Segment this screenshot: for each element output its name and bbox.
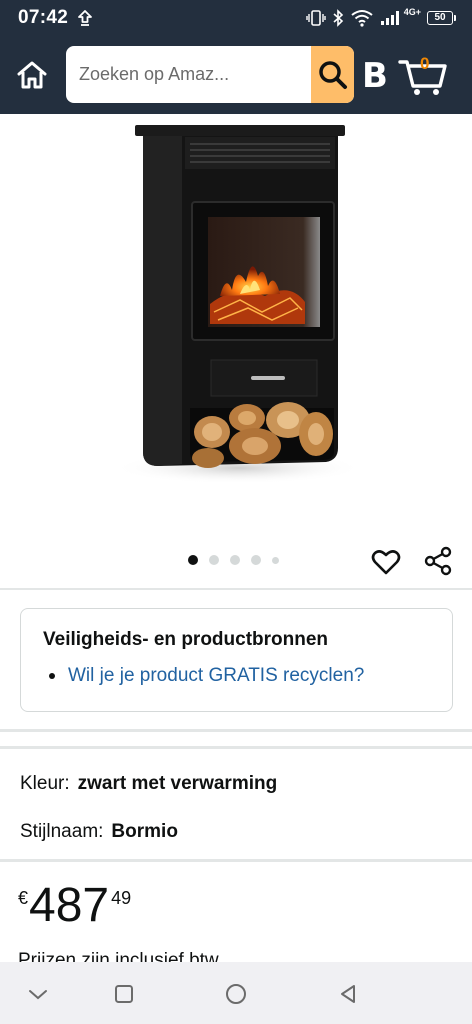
upload-icon [78, 10, 93, 26]
vat-note: Prijzen zijn inclusief btw [18, 950, 219, 962]
search-icon [318, 60, 347, 89]
home-circle-icon [226, 984, 246, 1004]
share-icon [424, 546, 452, 576]
search-button[interactable] [311, 46, 354, 103]
collapse-nav-button[interactable] [25, 981, 51, 1007]
list-item: Wil je je product GRATIS recyclen? [49, 665, 430, 687]
price-whole: 487 [29, 879, 110, 932]
chevron-down-icon [29, 990, 47, 1000]
recents-icon [115, 985, 133, 1003]
app-header: B 0 [0, 36, 472, 114]
style-label: Stijlnaam: [20, 821, 104, 842]
divider [0, 729, 472, 732]
cart-count: 0 [420, 54, 430, 73]
search-input[interactable] [66, 46, 311, 103]
recents-button[interactable] [111, 981, 137, 1007]
share-button[interactable] [422, 545, 454, 577]
bluetooth-icon [333, 9, 343, 27]
style-variation[interactable]: Stijlnaam: Bormio [20, 821, 178, 843]
bullet [49, 673, 55, 679]
color-label: Kleur: [20, 773, 70, 794]
price: € 487 49 [18, 882, 131, 930]
divider [0, 588, 472, 590]
product-image[interactable] [0, 114, 472, 540]
add-to-wishlist-button[interactable] [370, 546, 402, 578]
divider [0, 859, 472, 862]
color-variation[interactable]: Kleur: zwart met verwarming [20, 773, 277, 795]
battery-level: 50 [427, 11, 453, 25]
wifi-icon [351, 10, 373, 27]
heart-icon [371, 550, 401, 575]
clock: 07:42 [18, 7, 69, 28]
safety-title: Veiligheids- en productbronnen [43, 629, 329, 650]
home-button[interactable] [14, 57, 50, 93]
search-bar [66, 46, 354, 103]
vat-note-text: Prijzen zijn inclusief btw [18, 950, 219, 962]
back-button[interactable] [335, 981, 361, 1007]
electric-fireplace-image [113, 125, 363, 484]
system-navigation-bar [0, 962, 472, 1024]
carousel-dot[interactable] [230, 555, 240, 565]
divider [0, 746, 472, 749]
price-currency: € [18, 888, 29, 908]
battery-indicator: 50 [427, 11, 456, 25]
safety-resources-card: Veiligheids- en productbronnen Wil je je… [20, 608, 453, 712]
cart-button[interactable]: 0 [398, 50, 448, 98]
price-fraction: 49 [111, 888, 132, 908]
color-value: zwart met verwarming [77, 773, 278, 794]
status-bar: 07:42 4G+ 50 [0, 0, 472, 36]
signal-icon [380, 11, 399, 25]
recycle-link[interactable]: Wil je je product GRATIS recyclen? [68, 665, 364, 687]
carousel-dot-active[interactable] [188, 555, 198, 565]
network-type: 4G+ [403, 7, 421, 17]
style-value: Bormio [111, 821, 178, 842]
back-icon [341, 985, 355, 1003]
home-icon [17, 61, 47, 89]
carousel-dot[interactable] [272, 556, 279, 564]
vibrate-icon [306, 10, 326, 26]
account-button[interactable]: B [362, 56, 388, 96]
system-home-button[interactable] [223, 981, 249, 1007]
carousel-dot[interactable] [209, 555, 219, 565]
carousel-dot[interactable] [251, 555, 261, 565]
